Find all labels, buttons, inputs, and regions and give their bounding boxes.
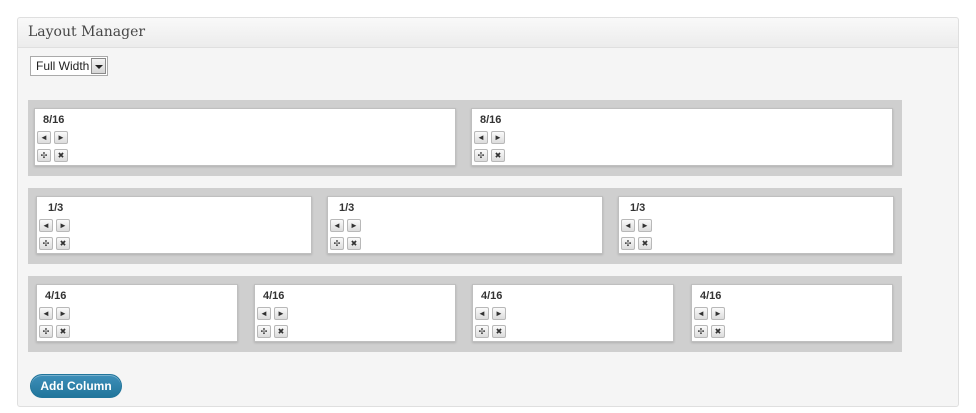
column-card: 4/16 ◄ ► ✣ ✖	[691, 284, 893, 342]
move-icon[interactable]: ✣	[694, 325, 708, 338]
arrow-left-icon[interactable]: ◄	[694, 307, 708, 320]
arrow-left-icon[interactable]: ◄	[37, 131, 51, 144]
move-icon[interactable]: ✣	[475, 325, 489, 338]
remove-icon[interactable]: ✖	[56, 325, 70, 338]
column-card: 4/16 ◄ ► ✣ ✖	[254, 284, 456, 342]
arrow-left-icon[interactable]: ◄	[474, 131, 488, 144]
add-column-button[interactable]: Add Column	[30, 374, 122, 398]
remove-icon[interactable]: ✖	[56, 237, 70, 250]
column-card: 1/3 ◄ ► ✣ ✖	[36, 196, 312, 254]
arrow-right-icon[interactable]: ►	[54, 131, 68, 144]
column-card: 4/16 ◄ ► ✣ ✖	[36, 284, 238, 342]
column-size-label: 4/16	[481, 290, 503, 302]
arrow-left-icon[interactable]: ◄	[39, 307, 53, 320]
chevron-down-icon[interactable]	[91, 58, 106, 74]
column-size-label: 8/16	[43, 114, 65, 126]
column-card: 1/3 ◄ ► ✣ ✖	[327, 196, 603, 254]
remove-icon[interactable]: ✖	[638, 237, 652, 250]
column-size-label: 8/16	[480, 114, 502, 126]
arrow-left-icon[interactable]: ◄	[330, 219, 344, 232]
move-icon[interactable]: ✣	[39, 237, 53, 250]
remove-icon[interactable]: ✖	[347, 237, 361, 250]
move-icon[interactable]: ✣	[330, 237, 344, 250]
arrow-right-icon[interactable]: ►	[711, 307, 725, 320]
column-size-label: 1/3	[630, 202, 646, 214]
panel-title: Layout Manager	[18, 18, 958, 48]
arrow-right-icon[interactable]: ►	[274, 307, 288, 320]
move-icon[interactable]: ✣	[39, 325, 53, 338]
column-card: 1/3 ◄ ► ✣ ✖	[618, 196, 894, 254]
column-card: 8/16 ◄ ► ✣ ✖	[34, 108, 456, 166]
layout-row-2: 1/3 ◄ ► ✣ ✖ 1/3 ◄ ► ✣ ✖ 1/3 ◄ ► ✣ ✖	[28, 188, 902, 264]
layout-row-1: 8/16 ◄ ► ✣ ✖ 8/16 ◄ ► ✣ ✖	[28, 100, 902, 176]
layout-manager-panel: Layout Manager Full Width 8/16 ◄ ► ✣ ✖ 8…	[17, 17, 959, 407]
arrow-left-icon[interactable]: ◄	[621, 219, 635, 232]
column-size-label: 4/16	[45, 290, 67, 302]
remove-icon[interactable]: ✖	[492, 325, 506, 338]
column-size-label: 1/3	[48, 202, 64, 214]
column-size-label: 4/16	[263, 290, 285, 302]
arrow-right-icon[interactable]: ►	[491, 131, 505, 144]
arrow-right-icon[interactable]: ►	[56, 307, 70, 320]
remove-icon[interactable]: ✖	[491, 149, 505, 162]
column-card: 4/16 ◄ ► ✣ ✖	[472, 284, 674, 342]
arrow-right-icon[interactable]: ►	[347, 219, 361, 232]
arrow-right-icon[interactable]: ►	[56, 219, 70, 232]
arrow-left-icon[interactable]: ◄	[475, 307, 489, 320]
move-icon[interactable]: ✣	[621, 237, 635, 250]
remove-icon[interactable]: ✖	[54, 149, 68, 162]
remove-icon[interactable]: ✖	[274, 325, 288, 338]
layout-width-value: Full Width	[36, 59, 90, 73]
move-icon[interactable]: ✣	[37, 149, 51, 162]
move-icon[interactable]: ✣	[474, 149, 488, 162]
remove-icon[interactable]: ✖	[711, 325, 725, 338]
column-card: 8/16 ◄ ► ✣ ✖	[471, 108, 893, 166]
arrow-right-icon[interactable]: ►	[492, 307, 506, 320]
arrow-left-icon[interactable]: ◄	[257, 307, 271, 320]
arrow-left-icon[interactable]: ◄	[39, 219, 53, 232]
move-icon[interactable]: ✣	[257, 325, 271, 338]
layout-width-select[interactable]: Full Width	[30, 56, 108, 76]
column-size-label: 4/16	[700, 290, 722, 302]
column-size-label: 1/3	[339, 202, 355, 214]
arrow-right-icon[interactable]: ►	[638, 219, 652, 232]
layout-row-3: 4/16 ◄ ► ✣ ✖ 4/16 ◄ ► ✣ ✖ 4/16 ◄ ► ✣ ✖ 4…	[28, 276, 902, 352]
